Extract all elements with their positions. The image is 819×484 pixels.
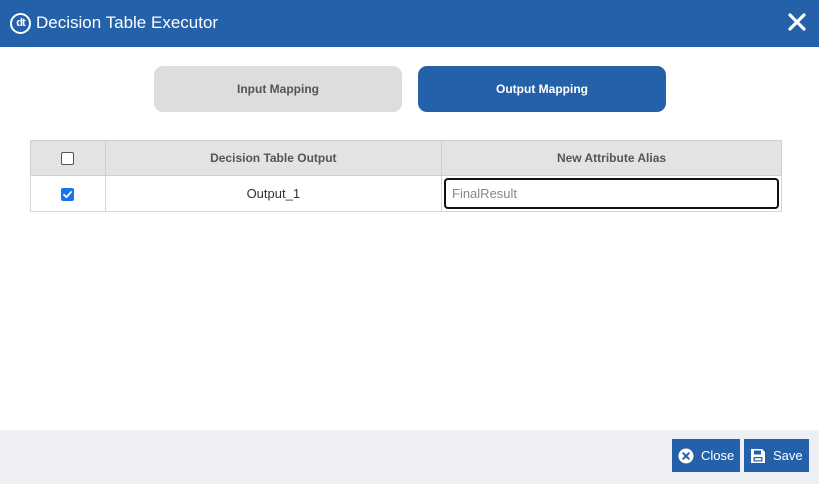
alias-input[interactable]: [444, 178, 779, 209]
select-all-header: [30, 140, 106, 176]
close-circle-icon: [678, 448, 694, 463]
table-header-row: Decision Table Output New Attribute Alia…: [30, 140, 782, 176]
close-button-label: Close: [701, 448, 735, 463]
table-row: Output_1: [30, 175, 782, 212]
title-bar: dt Decision Table Executor: [0, 0, 819, 47]
dialog-title: Decision Table Executor: [36, 13, 219, 32]
alias-cell: [441, 175, 782, 212]
save-disk-icon: [751, 448, 765, 463]
save-button[interactable]: Save: [744, 439, 809, 472]
decision-table-executor-dialog: dt Decision Table Executor Input Mapping…: [0, 0, 819, 484]
row-checkbox[interactable]: [61, 188, 75, 202]
new-attribute-alias-header: New Attribute Alias: [441, 140, 782, 176]
output-mapping-table: Decision Table Output New Attribute Alia…: [30, 140, 782, 212]
close-button[interactable]: Close: [672, 439, 740, 472]
decision-table-output-cell: Output_1: [104, 175, 443, 212]
close-icon[interactable]: [787, 12, 807, 32]
row-select-cell: [30, 175, 106, 212]
save-button-label: Save: [773, 448, 803, 463]
check-icon: [63, 191, 73, 199]
select-all-checkbox[interactable]: [61, 152, 75, 166]
output-mapping-tab[interactable]: Output Mapping: [418, 66, 666, 112]
decision-table-output-header: Decision Table Output: [104, 140, 443, 176]
input-mapping-tab[interactable]: Input Mapping: [154, 66, 402, 112]
app-logo-icon: dt: [10, 13, 31, 34]
